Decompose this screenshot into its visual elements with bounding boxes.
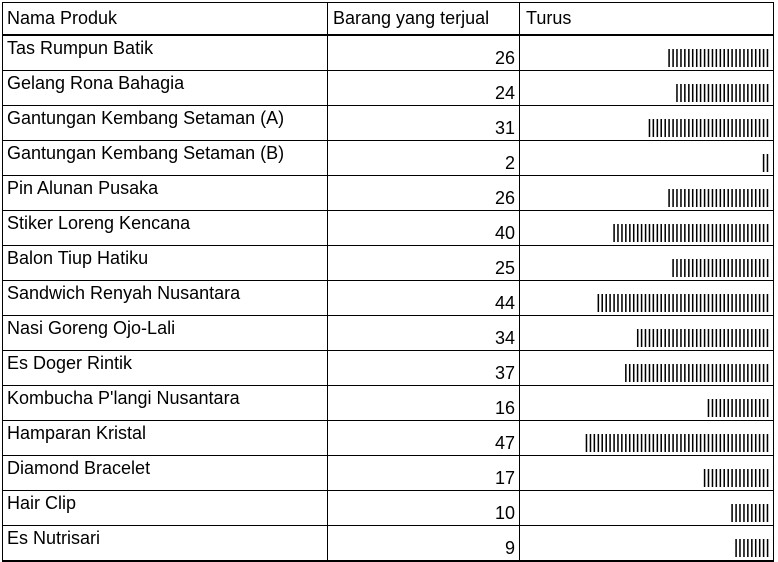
table-row: Tas Rumpun Batik 26 ||||||||||||||||||||||… <box>2 34 774 71</box>
table-row: Es Nutrisari 9 ||||||||| <box>2 525 774 562</box>
table-row: Stiker Loreng Kencana 40 |||||||||||||||||… <box>2 210 774 246</box>
tally-cell[interactable]: ||||||||||||||||||||||||||||||||||||||||… <box>519 280 774 316</box>
header-tally[interactable]: Turus <box>519 2 774 36</box>
tally-cell[interactable]: |||||||||||||||||||||||||||||||||||||||| <box>519 210 774 246</box>
tally-cell[interactable]: ||||||||||||||||||||||||||||||||||||||||… <box>519 420 774 456</box>
tally-cell[interactable]: |||||||||||||||||||||||||| <box>519 34 774 71</box>
product-name-cell[interactable]: Nasi Goreng Ojo-Lali <box>2 315 328 351</box>
table-row: Nasi Goreng Ojo-Lali 34 ||||||||||||||||||… <box>2 315 774 351</box>
tally-cell[interactable]: ||||||||||||||||| <box>519 455 774 491</box>
table-row: Gelang Rona Bahagia 24 |||||||||||||||||||… <box>2 70 774 106</box>
product-name-cell[interactable]: Pin Alunan Pusaka <box>2 175 328 211</box>
tally-cell[interactable]: |||||||||||||||||||||||||||||||||| <box>519 315 774 351</box>
table-row: Hamparan Kristal 47 ||||||||||||||||||||||… <box>2 420 774 456</box>
product-name-cell[interactable]: Gelang Rona Bahagia <box>2 70 328 106</box>
sold-count-cell[interactable]: 44 <box>327 280 520 316</box>
sold-count-cell[interactable]: 37 <box>327 350 520 386</box>
tally-cell[interactable]: ||||||||||||||||||||||||| <box>519 245 774 281</box>
table-row: Hair Clip 10 |||||||||| <box>2 490 774 526</box>
product-name-cell[interactable]: Hair Clip <box>2 490 328 526</box>
sold-count-cell[interactable]: 40 <box>327 210 520 246</box>
tally-cell[interactable]: || <box>519 140 774 176</box>
product-name-cell[interactable]: Sandwich Renyah Nusantara <box>2 280 328 316</box>
sold-count-cell[interactable]: 2 <box>327 140 520 176</box>
sold-count-cell[interactable]: 24 <box>327 70 520 106</box>
sales-tally-table: Nama Produk Barang yang terjual Turus Ta… <box>2 2 774 562</box>
table-row: Gantungan Kembang Setaman (B) 2 || <box>2 140 774 176</box>
table-row: Pin Alunan Pusaka 26 |||||||||||||||||||||… <box>2 175 774 211</box>
table-row: Es Doger Rintik 37 |||||||||||||||||||||||… <box>2 350 774 386</box>
sold-count-cell[interactable]: 16 <box>327 385 520 421</box>
tally-cell[interactable]: ||||||||||||||||||||||||||||||| <box>519 105 774 141</box>
product-name-cell[interactable]: Hamparan Kristal <box>2 420 328 456</box>
table-row: Sandwich Renyah Nusantara 44 |||||||||||||… <box>2 280 774 316</box>
sold-count-cell[interactable]: 25 <box>327 245 520 281</box>
product-name-cell[interactable]: Stiker Loreng Kencana <box>2 210 328 246</box>
product-name-cell[interactable]: Balon Tiup Hatiku <box>2 245 328 281</box>
product-name-cell[interactable]: Tas Rumpun Batik <box>2 34 328 71</box>
product-name-cell[interactable]: Gantungan Kembang Setaman (A) <box>2 105 328 141</box>
tally-cell[interactable]: |||||||||||||||| <box>519 385 774 421</box>
table-row: Gantungan Kembang Setaman (A) 31 |||||||||… <box>2 105 774 141</box>
product-name-cell[interactable]: Kombucha P'langi Nusantara <box>2 385 328 421</box>
product-name-cell[interactable]: Es Doger Rintik <box>2 350 328 386</box>
product-name-cell[interactable]: Gantungan Kembang Setaman (B) <box>2 140 328 176</box>
sold-count-cell[interactable]: 10 <box>327 490 520 526</box>
tally-cell[interactable]: ||||||||| <box>519 525 774 562</box>
sold-count-cell[interactable]: 34 <box>327 315 520 351</box>
product-name-cell[interactable]: Es Nutrisari <box>2 525 328 562</box>
tally-cell[interactable]: |||||||||||||||||||||||||| <box>519 175 774 211</box>
header-row: Nama Produk Barang yang terjual Turus <box>2 2 774 36</box>
sold-count-cell[interactable]: 26 <box>327 34 520 71</box>
sold-count-cell[interactable]: 17 <box>327 455 520 491</box>
header-sold[interactable]: Barang yang terjual <box>327 2 520 36</box>
sold-count-cell[interactable]: 9 <box>327 525 520 562</box>
tally-cell[interactable]: |||||||||||||||||||||||| <box>519 70 774 106</box>
table-row: Balon Tiup Hatiku 25 |||||||||||||||||||||… <box>2 245 774 281</box>
sold-count-cell[interactable]: 26 <box>327 175 520 211</box>
sold-count-cell[interactable]: 31 <box>327 105 520 141</box>
table-row: Kombucha P'langi Nusantara 16 ||||||||||||… <box>2 385 774 421</box>
sold-count-cell[interactable]: 47 <box>327 420 520 456</box>
tally-cell[interactable]: |||||||||| <box>519 490 774 526</box>
table-body: Tas Rumpun Batik 26 ||||||||||||||||||||||… <box>2 34 774 562</box>
table-row: Diamond Bracelet 17 ||||||||||||||||| <box>2 455 774 491</box>
header-product[interactable]: Nama Produk <box>2 2 328 36</box>
tally-cell[interactable]: ||||||||||||||||||||||||||||||||||||| <box>519 350 774 386</box>
product-name-cell[interactable]: Diamond Bracelet <box>2 455 328 491</box>
